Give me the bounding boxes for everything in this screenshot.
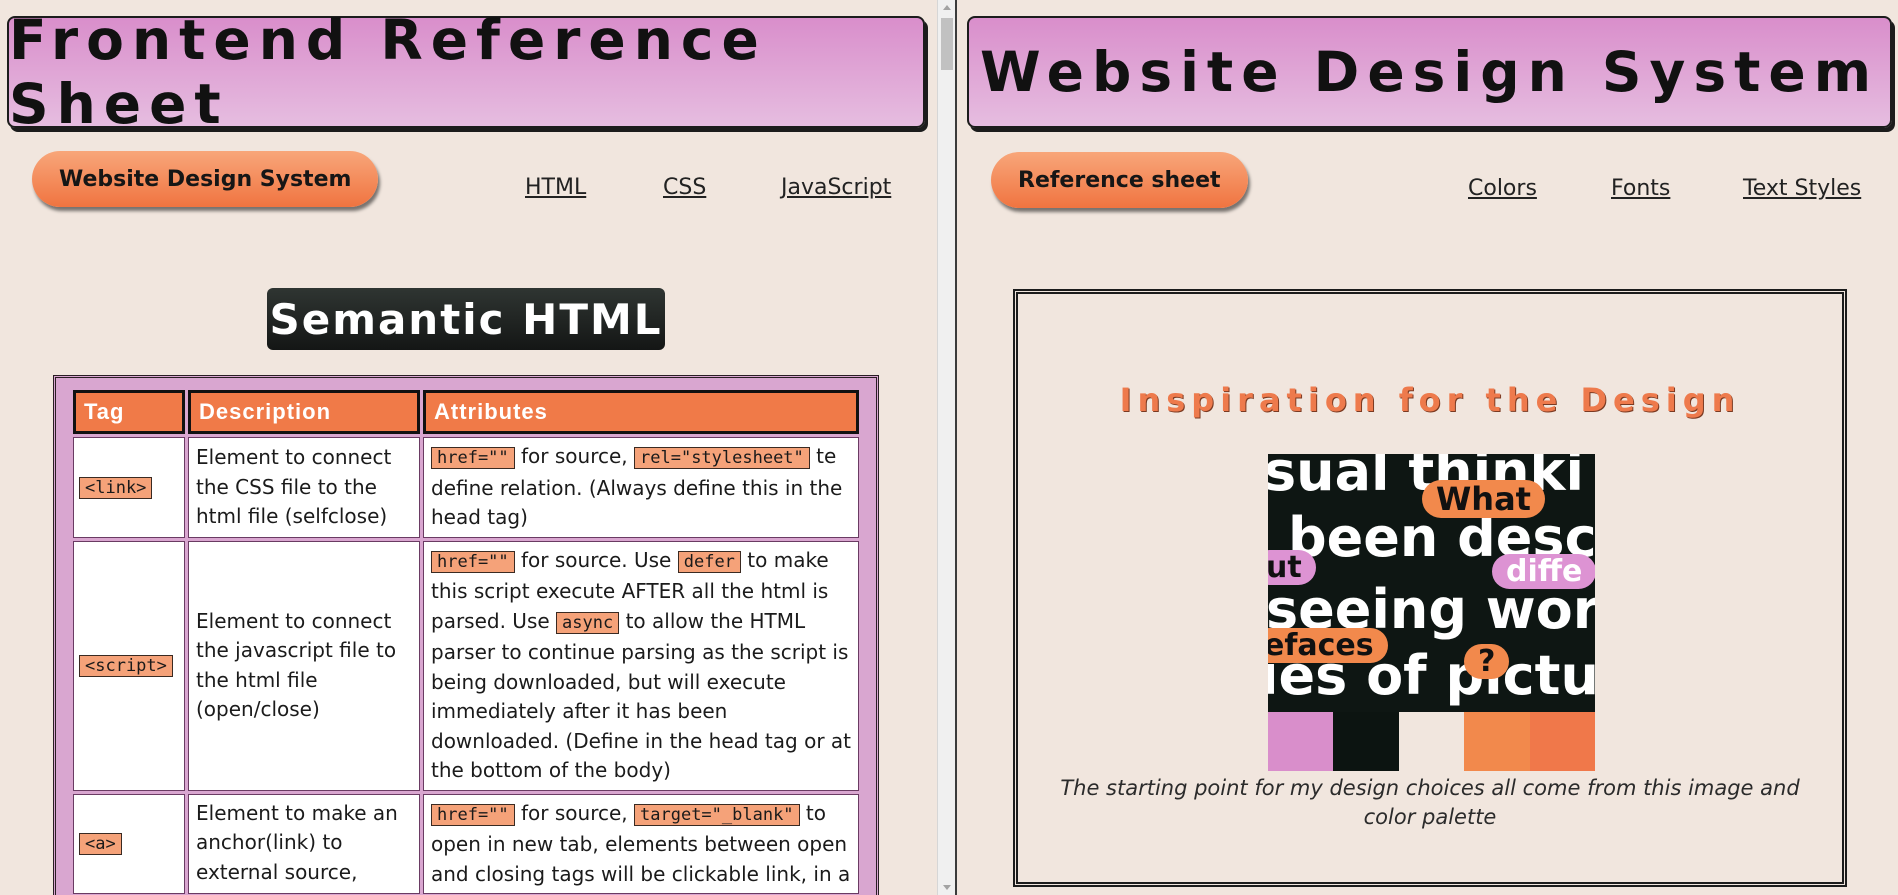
attribute-code: href="" bbox=[431, 550, 515, 573]
nav-link-fonts[interactable]: Fonts bbox=[1611, 176, 1670, 201]
column-header-description: Description bbox=[188, 390, 420, 434]
inspiration-image: sual thinki been descr seeing word ies o… bbox=[1268, 454, 1595, 771]
tag-cell: <a> bbox=[73, 793, 185, 894]
tag-code: <a> bbox=[79, 833, 122, 855]
reference-sheet-button[interactable]: Reference sheet bbox=[991, 152, 1248, 208]
nav-link-css[interactable]: CSS bbox=[663, 175, 706, 200]
tag-code: <script> bbox=[79, 654, 173, 677]
palette-swatch bbox=[1464, 712, 1530, 771]
page-title: Frontend Reference Sheet bbox=[9, 8, 767, 136]
palette-swatch bbox=[1333, 712, 1399, 771]
tag-cell: <script> bbox=[73, 540, 185, 791]
attribute-text: for source. Use bbox=[514, 547, 678, 572]
inspiration-caption: The starting point for my design choices… bbox=[1060, 776, 1800, 829]
left-pane-scrollbar[interactable] bbox=[937, 0, 956, 895]
column-header-attributes: Attributes bbox=[423, 390, 859, 434]
table-row: <script> Element to connect the javascri… bbox=[73, 540, 859, 791]
attribute-code: target="_blank" bbox=[634, 803, 800, 826]
attributes-cell: href="" for source, target="_blank" to o… bbox=[423, 793, 859, 894]
description-cell: Element to make an anchor(link) to exter… bbox=[188, 793, 420, 894]
image-tag: ? bbox=[1464, 644, 1510, 679]
image-tag: efaces bbox=[1268, 628, 1388, 663]
palette-swatch bbox=[1398, 712, 1465, 771]
image-tag: What bbox=[1422, 480, 1545, 518]
page-header: Website Design System bbox=[967, 16, 1892, 128]
scroll-up-arrow-icon[interactable] bbox=[943, 5, 951, 10]
reference-sheet-pane: Frontend Reference Sheet Website Design … bbox=[0, 0, 937, 895]
color-palette bbox=[1268, 712, 1595, 771]
tag-code: <link> bbox=[79, 476, 153, 499]
scroll-down-arrow-icon[interactable] bbox=[943, 885, 951, 890]
column-header-tag: Tag bbox=[73, 390, 185, 434]
design-system-pane: Website Design System Reference sheet Co… bbox=[957, 0, 1898, 895]
attribute-text: for source, bbox=[514, 444, 635, 468]
attribute-code: href="" bbox=[431, 803, 515, 826]
scrollbar-thumb[interactable] bbox=[941, 18, 953, 70]
page-header: Frontend Reference Sheet bbox=[7, 8, 925, 136]
image-tag: diffe bbox=[1492, 554, 1595, 589]
attribute-code: async bbox=[556, 611, 620, 634]
description-cell: Element to connect the CSS file to the h… bbox=[188, 437, 420, 538]
nav-link-javascript[interactable]: JavaScript bbox=[781, 175, 891, 200]
nav-link-text-styles[interactable]: Text Styles bbox=[1743, 176, 1861, 201]
attribute-text: to allow the HTML parser to continue par… bbox=[431, 608, 851, 783]
table-row: <a> Element to make an anchor(link) to e… bbox=[73, 793, 859, 894]
attribute-code: rel="stylesheet" bbox=[634, 447, 810, 469]
semantic-html-table-frame: Tag Description Attributes <link> Elemen… bbox=[53, 375, 879, 895]
website-design-system-button[interactable]: Website Design System bbox=[32, 151, 379, 207]
inspiration-card: Inspiration for the Design sual thinki b… bbox=[1013, 289, 1847, 887]
page-title: Website Design System bbox=[979, 40, 1880, 104]
attribute-code: href="" bbox=[431, 447, 515, 469]
description-cell: Element to connect the javascript file t… bbox=[188, 540, 420, 791]
image-tag: ut bbox=[1268, 550, 1316, 585]
tag-cell: <link> bbox=[73, 437, 185, 538]
palette-swatch bbox=[1529, 712, 1595, 771]
attributes-cell: href="" for source. Use defer to make th… bbox=[423, 540, 859, 791]
nav-link-colors[interactable]: Colors bbox=[1468, 176, 1537, 201]
attribute-text: for source, bbox=[514, 800, 635, 825]
palette-swatch bbox=[1268, 712, 1334, 771]
table-row: <link> Element to connect the CSS file t… bbox=[73, 437, 859, 538]
semantic-html-table: Tag Description Attributes <link> Elemen… bbox=[70, 387, 862, 895]
attribute-code: defer bbox=[677, 550, 741, 573]
attributes-cell: href="" for source, rel="stylesheet" te … bbox=[423, 437, 859, 538]
table-header-row: Tag Description Attributes bbox=[73, 390, 859, 434]
section-title-semantic-html: Semantic HTML bbox=[267, 288, 665, 350]
nav-link-html[interactable]: HTML bbox=[525, 175, 586, 200]
inspiration-title: Inspiration for the Design bbox=[1119, 381, 1741, 419]
